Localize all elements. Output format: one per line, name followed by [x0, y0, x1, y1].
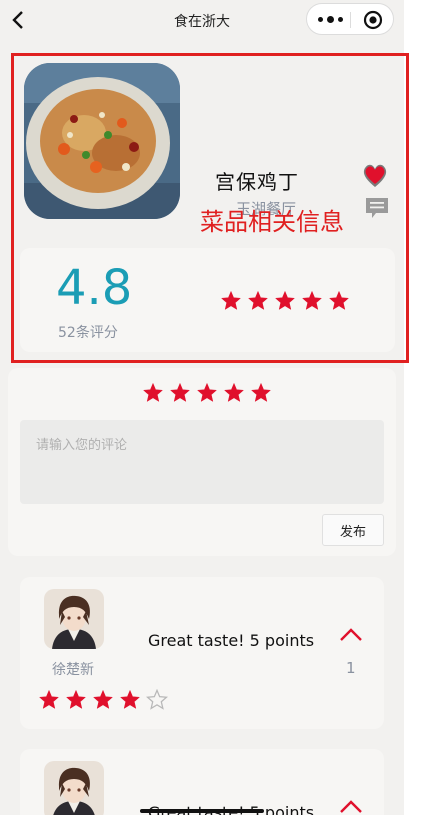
more-dots-icon-right — [337, 16, 343, 22]
review-star-rating — [38, 689, 173, 711]
average-star-rating — [220, 290, 355, 312]
like-button[interactable] — [360, 160, 390, 190]
navigation-bar: 食在浙大 — [0, 0, 404, 40]
publish-button[interactable]: 发布 — [322, 514, 384, 546]
star-filled-icon — [274, 290, 296, 310]
comment-form-card: 发布 — [8, 368, 396, 556]
rating-input-stars[interactable] — [142, 382, 277, 404]
heart-icon — [363, 164, 387, 187]
star-filled-icon — [92, 689, 114, 709]
annotation-label: 菜品相关信息 — [200, 208, 344, 236]
star-empty-icon — [146, 689, 168, 710]
more-button[interactable] — [315, 9, 345, 29]
close-mini-program-button[interactable] — [363, 10, 383, 30]
reviewer-name: 徐楚新 — [52, 662, 94, 678]
star-filled-icon[interactable] — [223, 382, 245, 404]
app-screen: 食在浙大 宫保鸡丁 玉湖餐厅 菜品相关信息 4.8 52条评分 请输入您的评论 … — [0, 0, 404, 815]
rating-summary-card: 4.8 52条评分 — [20, 248, 395, 352]
capsule-divider — [350, 12, 351, 28]
mini-program-capsule — [306, 3, 394, 35]
dish-info-card: 宫保鸡丁 玉湖餐厅 菜品相关信息 — [10, 50, 396, 240]
average-score: 4.8 — [56, 260, 133, 316]
background-strip — [404, 0, 437, 815]
more-dots-icon-center — [326, 15, 334, 23]
star-filled-icon[interactable] — [169, 382, 191, 404]
comment-bubble-icon — [366, 198, 388, 218]
avatar[interactable] — [44, 589, 104, 649]
star-filled-icon — [301, 290, 323, 310]
target-circle-icon — [363, 10, 383, 30]
star-filled-icon[interactable] — [250, 382, 272, 404]
home-indicator — [140, 809, 264, 813]
comment-input[interactable] — [20, 420, 384, 504]
dish-photo — [24, 63, 180, 219]
star-filled-icon[interactable] — [142, 382, 164, 404]
avatar[interactable] — [44, 761, 104, 815]
star-filled-icon — [65, 689, 87, 709]
star-filled-icon — [220, 290, 242, 310]
chevron-up-icon — [340, 628, 362, 641]
star-filled-icon — [119, 689, 141, 709]
star-filled-icon — [247, 290, 269, 310]
star-filled-icon — [328, 290, 350, 310]
review-item: 徐楚新 Great taste! 5 points 1 — [20, 577, 384, 729]
star-filled-icon[interactable] — [196, 382, 218, 404]
upvote-button[interactable] — [338, 625, 364, 645]
upvote-count: 1 — [346, 659, 356, 677]
more-dots-icon — [317, 16, 323, 22]
star-filled-icon — [38, 689, 60, 709]
comment-button[interactable] — [364, 196, 390, 220]
rating-count: 52条评分 — [58, 325, 118, 341]
upvote-button[interactable] — [338, 797, 364, 815]
chevron-up-icon — [340, 800, 362, 813]
dish-name: 宫保鸡丁 — [215, 170, 299, 194]
review-text: Great taste! 5 points — [148, 631, 315, 650]
review-item: Great taste! 5 points — [20, 749, 384, 815]
